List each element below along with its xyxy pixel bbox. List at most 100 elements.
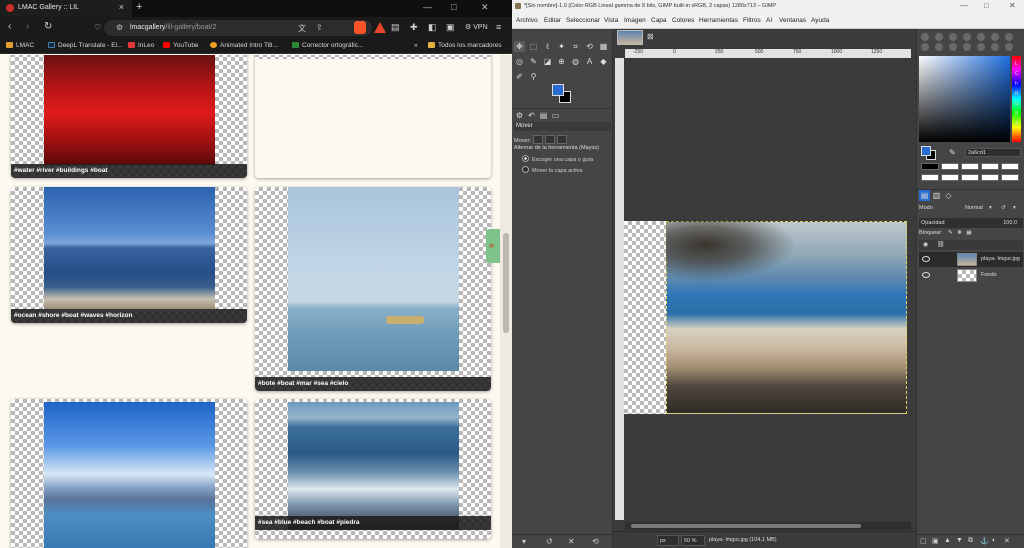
menu-vista[interactable]: Vista	[604, 17, 618, 24]
foreground-color-swatch[interactable]	[552, 84, 564, 96]
image-tab-close-icon[interactable]: ⊠	[647, 32, 654, 41]
visibility-eye-icon[interactable]	[922, 256, 930, 262]
vpn-button[interactable]: ⚙ VPN	[465, 23, 488, 31]
recent-color-swatch[interactable]	[1001, 163, 1019, 170]
lock-alpha-icon[interactable]: ▦	[966, 230, 971, 236]
bookmark-item[interactable]: DeepL Translate - El...	[48, 42, 122, 49]
horizontal-scrollbar[interactable]	[625, 522, 911, 530]
raise-layer-icon[interactable]: ▲	[944, 537, 951, 544]
gallery-photo[interactable]	[44, 187, 215, 309]
recent-color-swatch[interactable]	[921, 174, 939, 181]
tab-scale-icon[interactable]	[977, 43, 985, 51]
channels-tab-icon[interactable]: ▥	[931, 190, 942, 201]
eraser-icon[interactable]: ◪	[542, 56, 553, 67]
minimize-icon[interactable]: —	[423, 2, 432, 12]
new-layer-icon[interactable]: ▢	[920, 537, 927, 545]
mode-reset-icon[interactable]: ↺	[1001, 205, 1006, 211]
recent-color-swatch[interactable]	[981, 163, 999, 170]
page-scrollbar[interactable]	[500, 55, 512, 548]
delete-layer-icon[interactable]: ✕	[1004, 537, 1010, 545]
close-window-icon[interactable]: ✕	[481, 2, 489, 13]
anchor-layer-icon[interactable]: ⚓	[980, 537, 989, 545]
recent-color-swatch[interactable]	[961, 174, 979, 181]
paths-icon[interactable]: ◎	[514, 56, 525, 67]
collapse-icon[interactable]: ▾	[522, 537, 526, 546]
all-bookmarks-folder[interactable]: Todos los marcadores	[428, 42, 502, 49]
menu-ai[interactable]: AI	[766, 17, 772, 24]
bucket-fill-icon[interactable]: ◆	[598, 56, 609, 67]
side-widget-tab[interactable]: »	[486, 229, 500, 263]
layer-mode-button[interactable]	[532, 135, 543, 144]
menu-filtros[interactable]: Filtros	[743, 17, 761, 24]
sidebar-icon[interactable]: ▤	[391, 22, 400, 33]
smudge-icon[interactable]: ◍	[570, 56, 581, 67]
gallery-card[interactable]: #sea #blue #beach #boat #piedra	[255, 399, 491, 539]
menu-icon[interactable]: ≡	[496, 22, 501, 32]
path-mode-button[interactable]	[556, 135, 567, 144]
menu-ayuda[interactable]: Ayuda	[811, 17, 829, 24]
crop-icon[interactable]: ⌗	[570, 41, 581, 52]
recent-color-swatch[interactable]	[981, 174, 999, 181]
text-tool-icon[interactable]: A	[584, 56, 595, 67]
tab-document-icon[interactable]	[1005, 33, 1013, 41]
gallery-photo[interactable]	[44, 402, 215, 548]
split-view-icon[interactable]: ◧	[428, 22, 437, 33]
recent-color-swatch[interactable]	[941, 163, 959, 170]
gallery-card[interactable]	[255, 55, 491, 178]
images-tab-icon[interactable]: ▤	[538, 110, 549, 121]
tab-cmyk-icon[interactable]	[991, 43, 999, 51]
share-icon[interactable]: ⇪	[316, 23, 323, 32]
delete-icon[interactable]: ✕	[568, 537, 575, 546]
lock-position-icon[interactable]: ✥	[957, 230, 962, 236]
tab-patterns-icon[interactable]	[935, 33, 943, 41]
warp-icon[interactable]: ▦	[598, 41, 609, 52]
menu-archivo[interactable]: Archivo	[516, 17, 538, 24]
tab-watercolor-icon[interactable]	[963, 43, 971, 51]
recent-color-swatch[interactable]	[921, 163, 939, 170]
move-tool-icon[interactable]: ✥	[514, 41, 525, 52]
mask-icon[interactable]: ◐	[992, 537, 996, 544]
gallery-photo[interactable]	[288, 402, 459, 530]
bookmark-item[interactable]: Animated Intro Titl...	[210, 42, 278, 49]
forward-icon[interactable]: ›	[26, 21, 29, 32]
new-tab-button[interactable]: +	[136, 1, 142, 13]
bookmarks-overflow[interactable]: »	[414, 42, 418, 49]
gallery-card[interactable]: #ocean #shore #boat #waves #horizon	[11, 187, 247, 323]
tab-ink-icon[interactable]	[921, 43, 929, 51]
close-window-icon[interactable]: ✕	[1009, 1, 1016, 10]
eyedropper-icon[interactable]: ✎	[949, 148, 956, 157]
menu-colores[interactable]: Colores	[672, 17, 694, 24]
lower-layer-icon[interactable]: ▼	[956, 537, 963, 544]
extensions-icon[interactable]: ✚	[410, 22, 418, 33]
undo-history-tab-icon[interactable]: ↶	[526, 110, 537, 121]
tool-options-tab-icon[interactable]: ⚙	[514, 110, 525, 121]
unit-select[interactable]: px	[657, 535, 679, 546]
radio-pick-layer[interactable]: Escoger una capa o guía	[522, 155, 593, 163]
brave-shield-icon[interactable]	[354, 21, 366, 34]
chevron-down-icon[interactable]: ▾	[989, 205, 992, 211]
bookmark-item[interactable]: Corrector ortográfic...	[292, 42, 363, 49]
foreground-color-mini[interactable]	[921, 146, 931, 156]
tab-close-icon[interactable]: ×	[119, 2, 124, 12]
menu-editar[interactable]: Editar	[544, 17, 561, 24]
reload-icon[interactable]: ↻	[44, 21, 52, 32]
zoom-icon[interactable]: ⚲	[528, 71, 539, 82]
vertical-ruler[interactable]	[615, 58, 624, 520]
duplicate-layer-icon[interactable]: ⧉	[968, 537, 973, 545]
layers-tab-icon[interactable]: ▤	[919, 190, 930, 201]
layer-name[interactable]: Fondo	[981, 272, 997, 278]
minimize-icon[interactable]: —	[960, 1, 968, 10]
visibility-eye-icon[interactable]	[922, 272, 930, 278]
layer-row[interactable]: Fondo	[919, 268, 1023, 283]
fuzzy-select-icon[interactable]: ✦	[556, 41, 567, 52]
paths-tab-icon[interactable]: ◇	[943, 190, 954, 201]
image-tab-thumbnail[interactable]	[617, 30, 643, 45]
lock-pixels-icon[interactable]: ✎	[948, 230, 953, 236]
menu-herramientas[interactable]: Herramientas	[699, 17, 738, 24]
canvas-viewport[interactable]	[624, 58, 911, 520]
menu-capa[interactable]: Capa	[651, 17, 667, 24]
maximize-icon[interactable]: □	[451, 2, 456, 12]
maximize-icon[interactable]: □	[984, 1, 989, 10]
clone-icon[interactable]: ⊕	[556, 56, 567, 67]
bookmark-item[interactable]: InLeo	[128, 42, 154, 49]
